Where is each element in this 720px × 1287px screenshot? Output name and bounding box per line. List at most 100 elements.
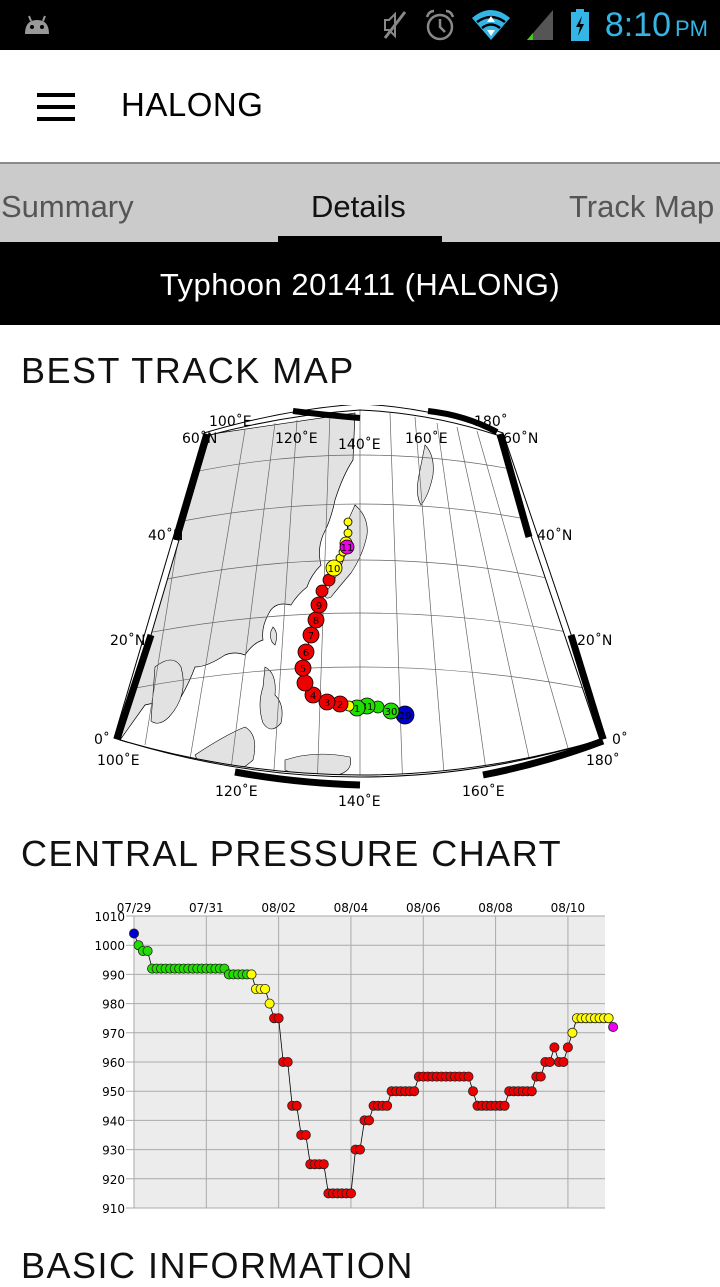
x-tick-label: 08/04: [334, 901, 369, 915]
y-tick-label: 990: [102, 968, 125, 982]
y-tick-label: 930: [102, 1144, 125, 1158]
clock-ampm: PM: [675, 15, 708, 41]
typhoon-banner: Typhoon 201411 (HALONG): [0, 242, 720, 325]
x-tick-label: 07/31: [189, 901, 224, 915]
lon-label-160e-top: 160˚E: [405, 430, 448, 447]
pressure-point: [463, 1071, 474, 1082]
pressure-point: [345, 1188, 356, 1199]
section-title-central-pressure-chart: CENTRAL PRESSURE CHART: [21, 833, 563, 874]
pressure-point: [608, 1022, 619, 1033]
tab-track-map[interactable]: Track Map: [569, 189, 714, 225]
tab-summary[interactable]: Summary: [1, 189, 134, 225]
y-tick-label: 940: [102, 1114, 125, 1128]
pressure-point: [354, 1144, 365, 1155]
lat-label-40n-left: 40˚N: [148, 527, 183, 544]
y-tick-label: 910: [102, 1202, 125, 1216]
pressure-point: [562, 1042, 573, 1053]
y-tick-label: 920: [102, 1173, 125, 1187]
pressure-point: [264, 998, 275, 1009]
battery-charging-icon: [570, 9, 589, 41]
tab-bar: Summary Details Track Map: [0, 164, 720, 242]
pressure-point: [382, 1100, 393, 1111]
track-point-label: 8: [313, 616, 319, 627]
lat-label-20n-right: 20˚N: [577, 632, 612, 649]
section-title-best-track-map: BEST TRACK MAP: [21, 350, 355, 391]
lon-label-180-bottom: 180˚: [586, 752, 620, 769]
pressure-point: [558, 1056, 569, 1067]
lon-label-180-top: 180˚: [474, 413, 508, 430]
pressure-point: [282, 1056, 293, 1067]
pressure-point: [567, 1027, 578, 1038]
pressure-point: [318, 1159, 329, 1170]
lon-label-160e-bottom: 160˚E: [462, 783, 505, 800]
pressure-point: [300, 1129, 311, 1140]
track-point-label: 1: [354, 704, 360, 715]
signal-icon: [526, 10, 553, 40]
lat-label-0-left: 0˚: [94, 731, 110, 748]
lat-label-20n-left: 20˚N: [110, 632, 145, 649]
pressure-point: [544, 1056, 555, 1067]
pressure-point: [246, 969, 257, 980]
track-point-label: 6: [303, 648, 309, 659]
track-point: [343, 517, 353, 527]
lon-label-100e-top: 100˚E: [209, 413, 252, 430]
clock: 8:10 PM: [605, 6, 708, 45]
chart-svg: 9109209309409509609709809901000101007/29…: [94, 901, 619, 1216]
lat-label-60n-left: 60˚N: [182, 430, 217, 447]
track-point: [296, 674, 314, 692]
tab-details[interactable]: Details: [311, 189, 406, 225]
pressure-point: [549, 1042, 560, 1053]
pressure-point: [129, 928, 140, 939]
track-point-label: 2: [337, 700, 343, 711]
status-bar: 8:10 PM: [0, 0, 720, 50]
lon-label-140e-top: 140˚E: [338, 436, 381, 453]
y-tick-label: 950: [102, 1085, 125, 1099]
y-tick-label: 980: [102, 998, 125, 1012]
track-point-label: 10: [328, 564, 341, 575]
hamburger-icon[interactable]: [37, 93, 75, 121]
x-tick-label: 08/06: [406, 901, 441, 915]
map-svg: 100˚E 120˚E 140˚E 160˚E 180˚ 60˚N 60˚N 4…: [94, 403, 628, 810]
track-point-label: 5: [300, 664, 306, 675]
pressure-point: [526, 1086, 537, 1097]
track-point-label: 30: [385, 707, 398, 718]
x-tick-label: 08/10: [551, 901, 586, 915]
pressure-point: [273, 1013, 284, 1024]
x-tick-label: 08/02: [261, 901, 296, 915]
alarm-icon: [425, 9, 454, 41]
pressure-point: [467, 1086, 478, 1097]
lat-label-0-right: 0˚: [612, 731, 628, 748]
best-track-map: 100˚E 120˚E 140˚E 160˚E 180˚ 60˚N 60˚N 4…: [85, 403, 645, 825]
lon-label-120e-top: 120˚E: [275, 430, 318, 447]
pressure-point: [535, 1071, 546, 1082]
track-point-label: 29: [399, 711, 412, 722]
section-title-basic-information: BASIC INFORMATION: [21, 1245, 414, 1286]
central-pressure-chart: 910 920 930 940 950 960 970 980 990 1000 1010 07/29…: [80, 895, 620, 1225]
lon-label-120e-bottom: 120˚E: [215, 783, 258, 800]
track-point-label: 11: [341, 543, 354, 554]
lon-label-140e-bottom: 140˚E: [338, 793, 381, 810]
lat-label-60n-right: 60˚N: [503, 430, 538, 447]
track-point-label: 7: [308, 631, 314, 642]
track-point: [343, 528, 353, 538]
track-point: [315, 584, 329, 598]
android-debug-icon: [25, 15, 49, 34]
y-tick-label: 1000: [94, 939, 125, 953]
pressure-point: [603, 1013, 614, 1024]
y-tick-label: 960: [102, 1056, 125, 1070]
track-point-label: 3: [324, 698, 330, 709]
app-title: HALONG: [121, 86, 264, 123]
app-bar: HALONG: [0, 50, 720, 164]
pressure-point: [291, 1100, 302, 1111]
lat-label-40n-right: 40˚N: [537, 527, 572, 544]
x-tick-label: 08/08: [478, 901, 513, 915]
pressure-point: [260, 984, 271, 995]
clock-time: 8:10: [604, 5, 671, 44]
pressure-point: [409, 1086, 420, 1097]
mute-icon: [383, 11, 407, 39]
lon-label-100e-bottom: 100˚E: [97, 752, 140, 769]
y-tick-label: 970: [102, 1027, 125, 1041]
pressure-point: [142, 946, 153, 957]
pressure-point: [499, 1100, 510, 1111]
track-point-label: 9: [316, 601, 322, 612]
